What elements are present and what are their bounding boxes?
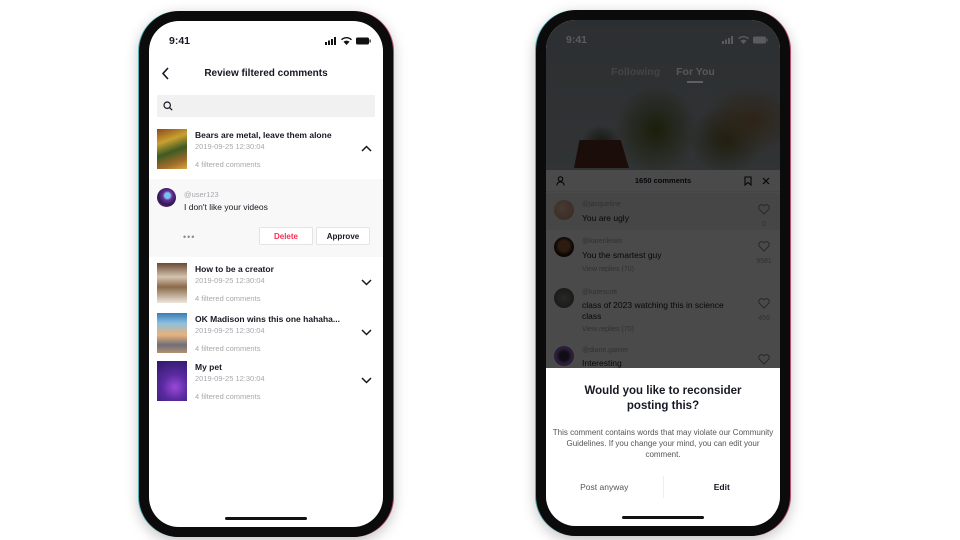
collapse-button[interactable] [359, 141, 373, 155]
video-item[interactable]: OK Madison wins this one hahaha... 2019-… [149, 313, 383, 361]
delete-button[interactable]: Delete [259, 227, 313, 245]
dialog-title: Would you like to reconsider posting thi… [584, 385, 742, 412]
video-date: 2019-09-25 12:30:04 [195, 326, 265, 335]
video-date: 2019-09-25 12:30:04 [195, 374, 265, 383]
expand-button[interactable] [359, 275, 373, 289]
expand-button[interactable] [359, 373, 373, 387]
filtered-count: 4 filtered comments [195, 392, 261, 401]
search-bar[interactable] [157, 95, 375, 117]
video-item[interactable]: My pet 2019-09-25 12:30:04 4 filtered co… [149, 361, 383, 409]
dialog-message: This comment contains words that may vio… [552, 428, 774, 459]
video-item[interactable]: Bears are metal, leave them alone 2019-0… [149, 129, 383, 177]
phone-reconsider-comment: 9:41 Following For You 1650 comments [536, 10, 790, 536]
approve-button[interactable]: Approve [316, 227, 370, 245]
video-thumbnail [157, 263, 187, 303]
page-title: Review filtered comments [204, 67, 328, 79]
edit-button[interactable]: Edit [664, 476, 781, 498]
video-thumbnail [157, 313, 187, 353]
video-title: How to be a creator [195, 264, 274, 274]
post-anyway-button[interactable]: Post anyway [546, 476, 664, 498]
video-title: OK Madison wins this one hahaha... [195, 314, 340, 324]
phone-review-filtered-comments: 9:41 Review filtered comments Bears are … [139, 11, 393, 537]
video-date: 2019-09-25 12:30:04 [195, 276, 265, 285]
home-indicator [225, 517, 307, 520]
screen: 9:41 Review filtered comments Bears are … [149, 21, 383, 527]
video-title: My pet [195, 362, 222, 372]
search-icon [163, 101, 173, 111]
video-thumbnail [157, 129, 187, 169]
search-input[interactable] [177, 101, 375, 111]
battery-icon [356, 37, 371, 45]
status-bar: 9:41 [149, 21, 383, 57]
comment-username: @user123 [184, 190, 219, 199]
expand-button[interactable] [359, 325, 373, 339]
chevron-down-icon [360, 328, 372, 336]
video-thumbnail [157, 361, 187, 401]
chevron-up-icon [360, 144, 372, 152]
filtered-comment: @user123 I don't like your videos ••• De… [149, 179, 383, 257]
more-options-button[interactable]: ••• [183, 232, 195, 242]
chevron-left-icon [161, 66, 169, 80]
home-indicator [622, 516, 704, 519]
chevron-down-icon [360, 278, 372, 286]
dialog-actions: Post anyway Edit [546, 476, 780, 498]
status-icons [325, 37, 371, 45]
back-button[interactable] [157, 65, 173, 81]
filtered-count: 4 filtered comments [195, 344, 261, 353]
video-item[interactable]: How to be a creator 2019-09-25 12:30:04 … [149, 263, 383, 311]
video-title: Bears are metal, leave them alone [195, 130, 332, 140]
status-time: 9:41 [169, 35, 191, 47]
signal-icon [325, 37, 336, 45]
comment-text: I don't like your videos [184, 202, 268, 212]
avatar [157, 188, 176, 207]
chevron-down-icon [360, 376, 372, 384]
video-date: 2019-09-25 12:30:04 [195, 142, 265, 151]
nav-bar: Review filtered comments [149, 59, 383, 87]
reconsider-dialog: Would you like to reconsider posting thi… [546, 368, 780, 526]
filtered-count: 4 filtered comments [195, 294, 261, 303]
filtered-count: 4 filtered comments [195, 160, 261, 169]
wifi-icon [341, 37, 352, 45]
screen: 9:41 Following For You 1650 comments [546, 20, 780, 526]
